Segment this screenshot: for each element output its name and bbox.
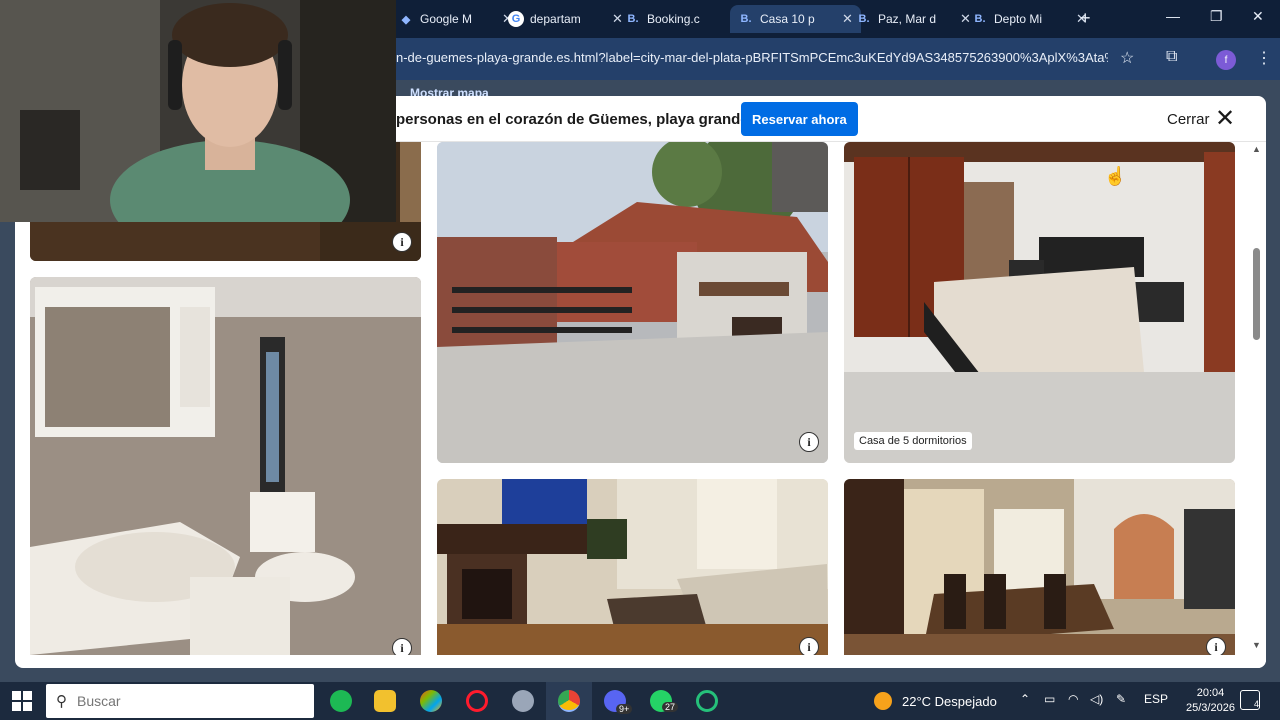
tab-depto[interactable]: B. Depto Mi ✕ xyxy=(964,5,1095,33)
copilot-icon[interactable] xyxy=(420,690,442,712)
taskbar-search-input[interactable] xyxy=(77,693,277,709)
extensions-icon[interactable]: ⧉ xyxy=(1166,48,1177,66)
photo-bathroom[interactable]: i xyxy=(30,277,421,655)
url-field[interactable]: n-de-guemes-playa-grande.es.html?label=c… xyxy=(396,50,1108,65)
photo-living-fireplace[interactable]: i xyxy=(437,479,828,655)
clock[interactable]: 20:04 25/3/2026 xyxy=(1186,686,1235,716)
close-window-icon[interactable]: ✕ xyxy=(1252,8,1264,25)
clock-date: 25/3/2026 xyxy=(1186,702,1235,714)
tab-google-search[interactable]: G departam ✕ xyxy=(500,5,631,33)
pen-icon[interactable]: ✎ xyxy=(1116,692,1126,706)
info-icon[interactable]: i xyxy=(392,232,412,252)
bathroom-image xyxy=(30,277,421,655)
language-indicator[interactable]: ESP xyxy=(1144,692,1168,706)
discord-badge: 9+ xyxy=(616,704,633,714)
maximize-icon[interactable]: ❐ xyxy=(1210,8,1223,25)
spotify-icon[interactable] xyxy=(330,690,352,712)
property-title: personas en el corazón de Güemes, playa … xyxy=(396,111,749,128)
bedroom-image xyxy=(844,142,1235,463)
photo-dining-room[interactable]: i xyxy=(844,479,1235,655)
weather-widget[interactable]: 22°C Despejado xyxy=(874,692,997,710)
clock-time: 20:04 xyxy=(1196,687,1225,699)
new-tab-icon[interactable]: + xyxy=(1080,8,1091,29)
bookmark-star-icon[interactable]: ☆ xyxy=(1120,48,1134,68)
google-icon: G xyxy=(508,11,524,27)
tab-label: departam xyxy=(530,12,581,26)
tab-label: Booking.c xyxy=(647,12,700,26)
photo-terrace-grill[interactable]: i xyxy=(437,142,828,463)
photo-caption: Casa de 5 dormitorios xyxy=(854,432,972,450)
notification-center-icon[interactable]: 4 xyxy=(1240,690,1260,710)
living-room-image xyxy=(437,479,828,655)
sun-icon xyxy=(874,692,892,710)
chevron-up-icon[interactable]: ⌃ xyxy=(1020,692,1030,706)
scroll-down-arrow-icon[interactable]: ▼ xyxy=(1252,640,1261,650)
search-icon: ⚲ xyxy=(56,693,67,710)
windows-start-icon[interactable] xyxy=(12,691,32,711)
webcam-overlay xyxy=(0,0,396,222)
info-icon[interactable]: i xyxy=(799,432,819,452)
info-icon[interactable]: i xyxy=(799,637,819,655)
scroll-up-arrow-icon[interactable]: ▲ xyxy=(1252,144,1261,154)
booking-icon: B. xyxy=(858,13,870,25)
tab-label: Paz, Mar d xyxy=(878,12,937,26)
scrollbar-thumb[interactable] xyxy=(1253,248,1260,340)
opera-icon[interactable] xyxy=(466,690,488,712)
taskbar-apps: 9+ 27 xyxy=(316,682,736,720)
terrace-image xyxy=(437,142,828,463)
usb-icon[interactable]: ▭ xyxy=(1044,692,1055,706)
close-icon[interactable]: ✕ xyxy=(1215,107,1235,131)
weather-text: 22°C Despejado xyxy=(902,693,997,709)
notification-count: 4 xyxy=(1253,699,1259,709)
maps-icon: ◆ xyxy=(401,13,411,26)
booking-icon: B. xyxy=(974,13,986,25)
tab-label: Casa 10 p xyxy=(760,12,815,26)
info-icon[interactable]: i xyxy=(392,638,412,655)
reserve-now-button[interactable]: Reservar ahora xyxy=(741,102,858,136)
close-label[interactable]: Cerrar xyxy=(1167,111,1210,128)
taskbar-search[interactable]: ⚲ xyxy=(46,684,314,718)
wifi-icon[interactable]: ◠ xyxy=(1068,692,1078,706)
whatsapp-badge: 27 xyxy=(662,702,679,712)
tab-booking[interactable]: B. Booking.c ✕ xyxy=(617,5,748,33)
tab-label: Google M xyxy=(420,12,473,26)
menu-kebab-icon[interactable]: ⋮ xyxy=(1256,48,1272,68)
hand-cursor-icon: ☝ xyxy=(1104,166,1127,186)
gallery-scrollbar[interactable] xyxy=(1251,142,1266,668)
snipping-tool-icon[interactable] xyxy=(512,690,534,712)
tab-paz-mar[interactable]: B. Paz, Mar d ✕ xyxy=(848,5,979,33)
photo-bedroom[interactable]: Casa de 5 dormitorios xyxy=(844,142,1235,463)
webcam-person-image xyxy=(0,0,396,222)
file-explorer-icon[interactable] xyxy=(374,690,396,712)
tab-casa-active[interactable]: B. Casa 10 p ✕ xyxy=(730,5,861,33)
dining-room-image xyxy=(844,479,1235,655)
info-icon[interactable]: i xyxy=(1206,637,1226,655)
xbox-icon[interactable] xyxy=(696,690,718,712)
windows-taskbar: ⚲ 9+ 27 22°C Despejado ⌃ ▭ ◠ ◁) ✎ ESP 20… xyxy=(0,682,1280,720)
volume-icon[interactable]: ◁) xyxy=(1090,692,1103,706)
booking-icon: B. xyxy=(740,13,752,25)
chrome-icon[interactable] xyxy=(558,690,580,712)
tab-label: Depto Mi xyxy=(994,12,1043,26)
profile-avatar[interactable]: f xyxy=(1216,50,1236,70)
booking-icon: B. xyxy=(627,13,639,25)
minimize-icon[interactable]: — xyxy=(1166,8,1180,24)
